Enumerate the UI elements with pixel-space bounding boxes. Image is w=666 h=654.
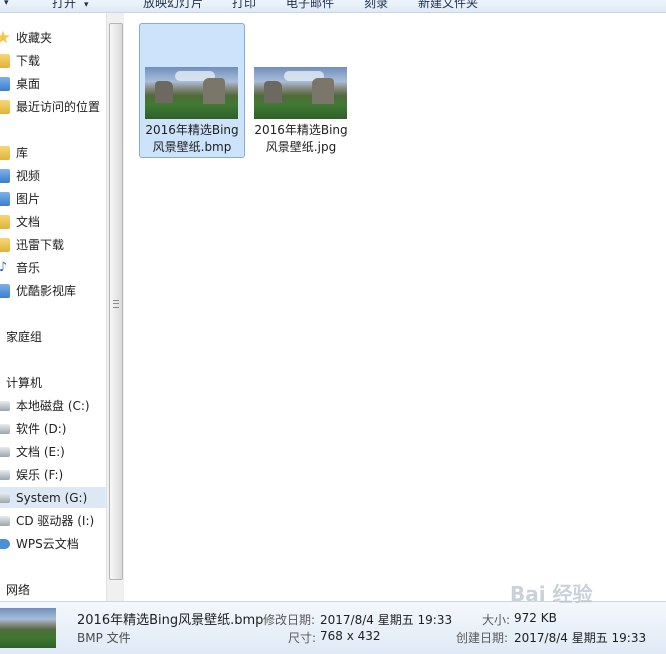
- nav-youku[interactable]: 优酷影视库: [0, 280, 106, 301]
- cd-drive-icon: [0, 515, 10, 526]
- nav-label: 最近访问的位置: [16, 100, 101, 114]
- grip-icon: [113, 300, 119, 308]
- organize-dropdown[interactable]: ▾: [0, 0, 9, 8]
- details-file-type: BMP 文件: [77, 631, 131, 645]
- nav-label: 计算机: [6, 376, 43, 390]
- nav-drive-i[interactable]: CD 驱动器 (I:): [0, 510, 106, 531]
- nav-label: 文档: [16, 215, 41, 229]
- burn-button[interactable]: 刻录: [364, 0, 388, 11]
- scrollbar-thumb[interactable]: [109, 23, 123, 580]
- command-bar: ▾ 打开 ▾ 放映幻灯片 打印 电子邮件 刻录 新建文件夹: [0, 0, 666, 13]
- file-name-line2: 风景壁纸.jpg: [265, 140, 337, 154]
- print-button[interactable]: 打印: [232, 0, 256, 11]
- nav-label: 视频: [16, 169, 41, 183]
- nav-label: 音乐: [16, 261, 41, 275]
- nav-homegroup[interactable]: 家庭组: [0, 326, 106, 347]
- nav-label: CD 驱动器 (I:): [16, 514, 95, 528]
- chevron-down-icon: ▾: [84, 0, 89, 10]
- nav-downloads[interactable]: 下载: [0, 50, 106, 71]
- xunlei-folder-icon: [0, 237, 10, 252]
- nav-recent[interactable]: 最近访问的位置: [0, 96, 106, 117]
- created-label: 创建日期:: [456, 631, 509, 645]
- documents-library-icon: [0, 214, 10, 229]
- nav-label: 收藏夹: [16, 31, 53, 45]
- video-library-icon: [0, 168, 10, 183]
- created-value: 2017/8/4 星期五 19:33: [514, 631, 647, 645]
- nav-drive-g[interactable]: System (G:): [0, 487, 106, 508]
- nav-label: 网络: [6, 583, 31, 597]
- nav-libraries[interactable]: 库: [0, 142, 106, 163]
- nav-label: WPS云文档: [16, 537, 79, 551]
- file-item[interactable]: 2016年精选Bing 风景壁纸.jpg: [248, 23, 354, 158]
- modified-label: 修改日期:: [263, 613, 316, 627]
- desktop-icon: [0, 76, 10, 91]
- file-name-line2: 风景壁纸.bmp: [152, 140, 232, 154]
- file-name: 2016年精选Bing 风景壁纸.bmp: [140, 122, 244, 156]
- file-name-line1: 2016年精选Bing: [145, 123, 239, 137]
- youku-folder-icon: [0, 283, 10, 298]
- file-name: 2016年精选Bing 风景壁纸.jpg: [249, 122, 353, 156]
- nav-label: 软件 (D:): [16, 422, 67, 436]
- modified-value: 2017/8/4 星期五 19:33: [320, 613, 453, 627]
- nav-wps[interactable]: WPS云文档: [0, 533, 106, 554]
- slideshow-button[interactable]: 放映幻灯片: [143, 0, 203, 11]
- library-icon: [0, 145, 10, 160]
- nav-favorites[interactable]: 收藏夹: [0, 27, 106, 48]
- nav-drive-d[interactable]: 软件 (D:): [0, 418, 106, 439]
- open-button[interactable]: 打开 ▾: [52, 0, 89, 11]
- watermark-logo: Bai 经验: [510, 582, 593, 606]
- image-thumbnail: [254, 67, 347, 119]
- nav-drive-c[interactable]: 本地磁盘 (C:): [0, 395, 106, 416]
- image-thumbnail: [145, 67, 238, 119]
- nav-label: 下载: [16, 54, 41, 68]
- nav-videos[interactable]: 视频: [0, 165, 106, 186]
- nav-desktop[interactable]: 桌面: [0, 73, 106, 94]
- details-pane: 2016年精选Bing风景壁纸.bmp BMP 文件 修改日期: 2017/8/…: [0, 601, 666, 654]
- nav-documents[interactable]: 文档: [0, 211, 106, 232]
- downloads-folder-icon: [0, 53, 10, 68]
- details-thumbnail: [0, 608, 56, 648]
- drive-icon: [0, 400, 10, 411]
- drive-icon: [0, 469, 10, 480]
- pictures-library-icon: [0, 191, 10, 206]
- open-label: 打开: [52, 0, 77, 10]
- nav-drive-e[interactable]: 文档 (E:): [0, 441, 106, 462]
- cloud-icon: [0, 538, 10, 549]
- nav-label: 家庭组: [6, 330, 43, 344]
- nav-drive-f[interactable]: 娱乐 (F:): [0, 464, 106, 485]
- nav-network[interactable]: 网络: [0, 579, 106, 600]
- nav-label: 优酷影视库: [16, 284, 77, 298]
- music-note-icon: ♪: [0, 259, 8, 275]
- star-icon: [0, 30, 10, 44]
- file-item[interactable]: 2016年精选Bing 风景壁纸.bmp: [139, 23, 245, 158]
- nav-label: System (G:): [16, 490, 88, 505]
- drive-icon: [0, 446, 10, 457]
- nav-label: 图片: [16, 192, 41, 206]
- email-button[interactable]: 电子邮件: [286, 0, 334, 11]
- recent-places-icon: [0, 99, 10, 114]
- dimensions-value: 768 x 432: [320, 629, 381, 643]
- nav-computer[interactable]: 计算机: [0, 372, 106, 393]
- size-value: 972 KB: [514, 611, 557, 625]
- nav-music[interactable]: ♪ 音乐: [0, 257, 106, 278]
- nav-xunlei[interactable]: 迅雷下载: [0, 234, 106, 255]
- nav-label: 文档 (E:): [16, 445, 65, 459]
- nav-label: 库: [16, 146, 29, 160]
- nav-label: 迅雷下载: [16, 238, 65, 252]
- nav-scrollbar[interactable]: [106, 13, 124, 601]
- nav-label: 娱乐 (F:): [16, 468, 64, 482]
- navigation-pane: 收藏夹 下载 桌面 最近访问的位置 库 视频 图片 文档 迅雷下载 ♪ 音乐 优酷…: [0, 13, 106, 601]
- size-label: 大小:: [482, 613, 511, 627]
- drive-icon: [0, 423, 10, 434]
- nav-pictures[interactable]: 图片: [0, 188, 106, 209]
- file-list: 2016年精选Bing 风景壁纸.bmp 2016年精选Bing 风景壁纸.jp…: [124, 13, 666, 601]
- drive-icon: [0, 492, 10, 503]
- details-file-name: 2016年精选Bing风景壁纸.bmp: [77, 613, 264, 628]
- file-name-line1: 2016年精选Bing: [254, 123, 348, 137]
- new-folder-button[interactable]: 新建文件夹: [418, 0, 478, 11]
- nav-label: 桌面: [16, 77, 41, 91]
- nav-label: 本地磁盘 (C:): [16, 399, 90, 413]
- dimensions-label: 尺寸:: [288, 631, 317, 645]
